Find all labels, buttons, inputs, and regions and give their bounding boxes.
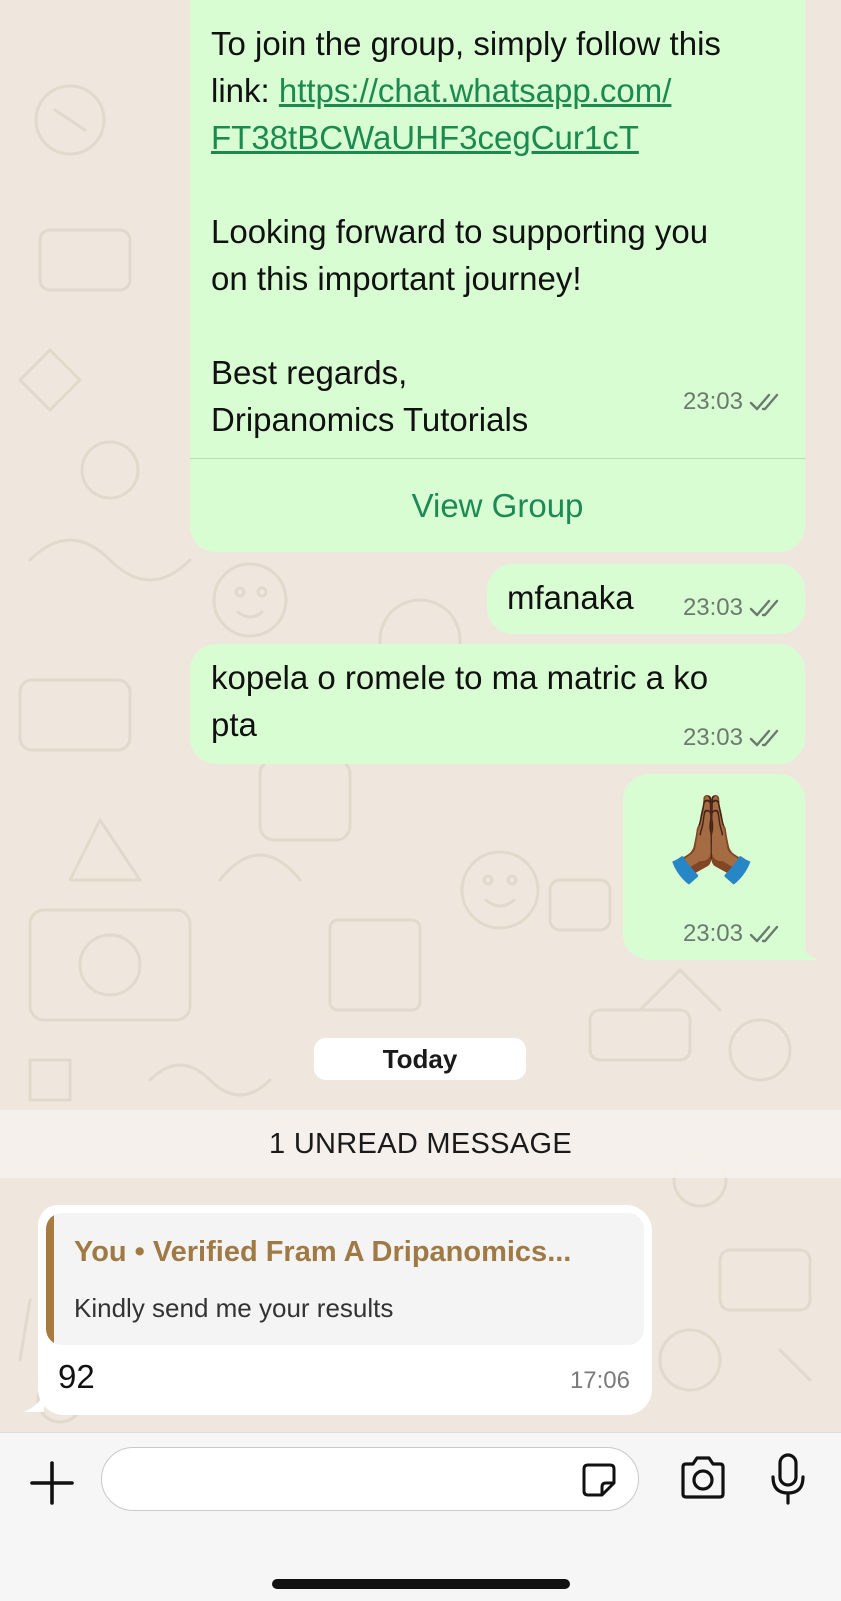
message-input-field[interactable]: [101, 1447, 639, 1511]
message-text: 92: [58, 1358, 95, 1395]
outgoing-emoji-message[interactable]: 🙏🏾 23:03: [623, 774, 805, 960]
text-line: pta: [211, 706, 257, 743]
read-receipt-icon: [749, 393, 779, 411]
message-meta: 23:03: [683, 724, 785, 752]
outgoing-message[interactable]: kopela o romele to ma matric a ko pta 23…: [190, 644, 805, 764]
incoming-message[interactable]: You • Verified Fram A Dripanomics... Kin…: [38, 1205, 652, 1415]
bubble-divider: [190, 458, 805, 459]
quote-accent-bar: [46, 1213, 54, 1345]
message-time: 17:06: [569, 1367, 630, 1394]
quote-author: You • Verified Fram A Dripanomics...: [74, 1236, 572, 1268]
message-text: To join the group, simply follow this li…: [211, 20, 796, 443]
bubble-tail: [798, 942, 818, 960]
message-time: 23:03: [682, 388, 743, 415]
sticker-icon[interactable]: [580, 1461, 618, 1499]
message-time: 23:03: [682, 594, 743, 621]
camera-icon[interactable]: [678, 1455, 728, 1501]
text-line: Dripanomics Tutorials: [211, 401, 529, 438]
message-meta: 17:06: [570, 1367, 630, 1395]
message-text: kopela o romele to ma matric a ko pta: [211, 654, 708, 748]
quoted-message[interactable]: You • Verified Fram A Dripanomics... Kin…: [46, 1213, 644, 1345]
microphone-icon[interactable]: [770, 1453, 806, 1505]
read-receipt-icon: [749, 925, 779, 943]
bubble-tail: [24, 1394, 44, 1412]
group-link[interactable]: https://chat.whatsapp.com/: [279, 72, 672, 109]
message-time: 23:03: [682, 920, 743, 947]
message-meta: 23:03: [683, 920, 785, 948]
view-group-button[interactable]: View Group: [190, 460, 805, 550]
quote-text: Kindly send me your results: [74, 1293, 394, 1323]
text-line: To join the group, simply follow this: [211, 25, 721, 62]
date-separator: Today: [314, 1038, 526, 1080]
text-line: link:: [211, 72, 279, 109]
read-receipt-icon: [749, 599, 779, 617]
message-time: 23:03: [682, 724, 743, 751]
message-meta: 23:03: [683, 594, 785, 622]
message-text: mfanaka: [507, 579, 634, 616]
text-line: Looking forward to supporting you: [211, 213, 709, 250]
group-link-code[interactable]: FT38tBCWaUHF3cegCur1cT: [211, 119, 639, 156]
message-composer: [0, 1432, 841, 1601]
unread-messages-banner: 1 UNREAD MESSAGE: [0, 1110, 841, 1178]
message-meta: 23:03: [683, 388, 785, 416]
read-receipt-icon: [749, 729, 779, 747]
praying-hands-emoji: 🙏🏾: [659, 791, 764, 885]
outgoing-message[interactable]: mfanaka 23:03: [487, 564, 805, 634]
text-line: kopela o romele to ma matric a ko: [211, 659, 709, 696]
message-input[interactable]: [122, 1456, 556, 1504]
home-indicator: [272, 1579, 570, 1589]
chat-background: To join the group, simply follow this li…: [0, 0, 841, 1432]
text-line: on this important journey!: [211, 260, 582, 297]
plus-icon[interactable]: [26, 1457, 78, 1509]
group-invite-message[interactable]: To join the group, simply follow this li…: [190, 0, 805, 552]
text-line: Best regards,: [211, 354, 408, 391]
